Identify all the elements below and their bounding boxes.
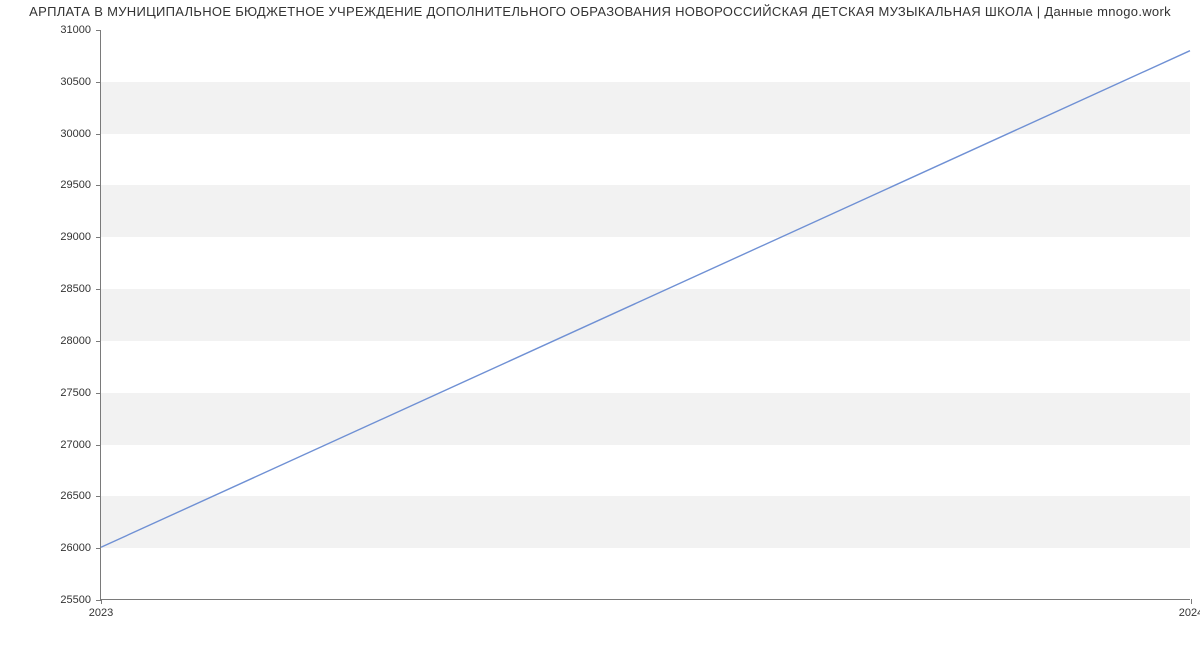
y-tick-mark	[96, 185, 101, 186]
y-tick-mark	[96, 445, 101, 446]
y-tick-label: 28500	[60, 283, 91, 295]
y-tick-mark	[96, 496, 101, 497]
y-tick-label: 27500	[60, 387, 91, 399]
y-tick-mark	[96, 341, 101, 342]
y-tick-label: 30500	[60, 76, 91, 88]
chart-title: АРПЛАТА В МУНИЦИПАЛЬНОЕ БЮДЖЕТНОЕ УЧРЕЖД…	[0, 4, 1200, 19]
y-tick-mark	[96, 82, 101, 83]
y-tick-label: 26000	[60, 542, 91, 554]
y-tick-label: 27000	[60, 439, 91, 451]
x-tick-label: 2023	[89, 607, 113, 619]
y-tick-mark	[96, 548, 101, 549]
y-tick-label: 29000	[60, 231, 91, 243]
plot-area: 2550026000265002700027500280002850029000…	[100, 30, 1190, 600]
x-tick-mark	[1191, 599, 1192, 604]
y-tick-label: 29500	[60, 179, 91, 191]
x-tick-mark	[101, 599, 102, 604]
y-tick-label: 31000	[60, 24, 91, 36]
y-tick-label: 26500	[60, 490, 91, 502]
y-tick-label: 30000	[60, 128, 91, 140]
y-tick-label: 28000	[60, 335, 91, 347]
y-tick-mark	[96, 289, 101, 290]
y-tick-mark	[96, 237, 101, 238]
line-series	[101, 30, 1190, 599]
y-tick-mark	[96, 393, 101, 394]
series-line	[101, 51, 1190, 548]
x-tick-label: 2024	[1179, 607, 1200, 619]
y-tick-label: 25500	[60, 594, 91, 606]
y-tick-mark	[96, 30, 101, 31]
y-tick-mark	[96, 134, 101, 135]
